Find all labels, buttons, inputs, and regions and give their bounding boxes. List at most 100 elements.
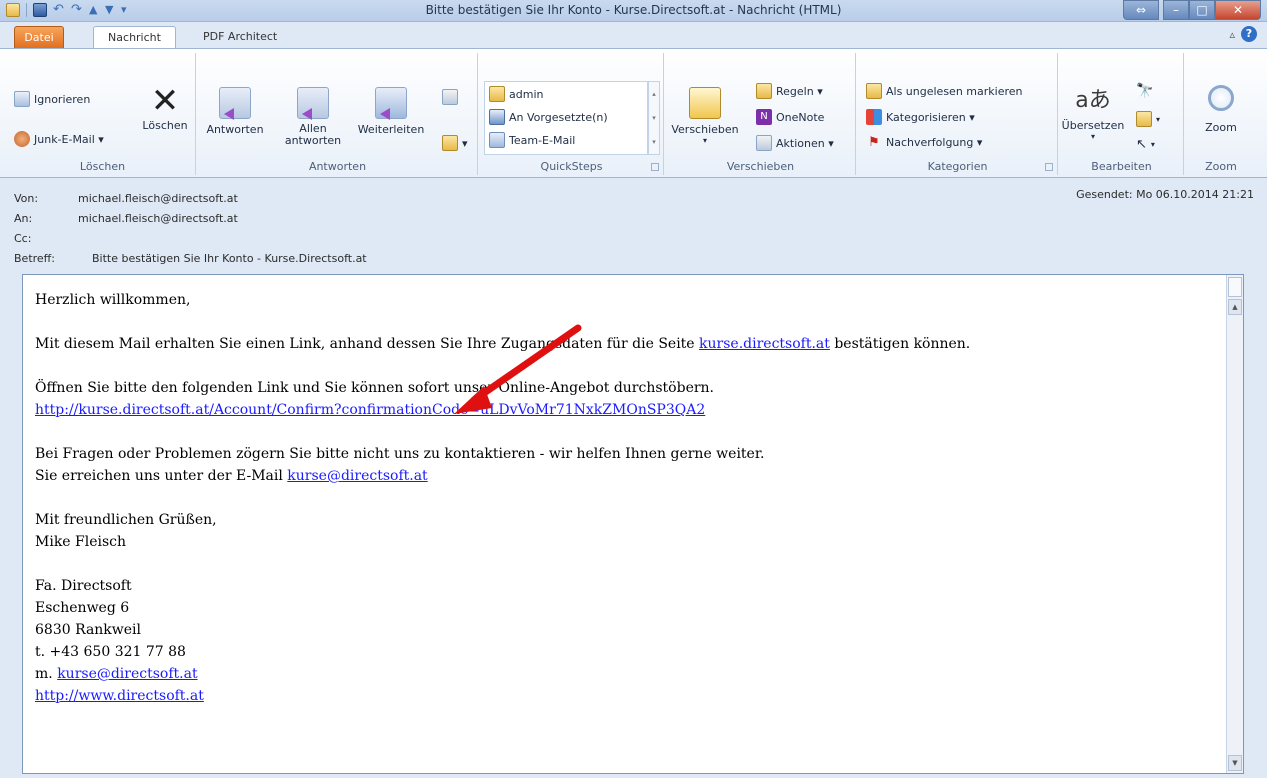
forward-button[interactable]: Weiterleiten [356, 87, 426, 136]
vertical-scrollbar[interactable]: ▲ ▼ [1226, 275, 1243, 773]
group-loeschen: Ignorieren Junk-E-Mail ▾ ✕ Löschen Lösch… [10, 53, 196, 175]
team-mail-icon [489, 132, 505, 148]
quickstep-vorgesetzte[interactable]: An Vorgesetzte(n) [489, 109, 608, 125]
unread-icon [866, 83, 882, 99]
sender-name: Mike Fleisch [35, 534, 127, 550]
group-label-antworten: Antworten [308, 160, 367, 173]
scroll-up-icon[interactable]: ▲ [1228, 299, 1242, 315]
quickstep-team[interactable]: Team-E-Mail [489, 132, 575, 148]
meeting-reply-button[interactable] [442, 89, 458, 105]
ignore-icon [14, 91, 30, 107]
website-link[interactable]: http://www.directsoft.at [35, 688, 204, 704]
resize-icon[interactable]: ⇔ [1123, 0, 1159, 20]
translate-button[interactable]: aあ Übersetzen ▾ [1060, 83, 1126, 141]
tab-pdf-architect[interactable]: PDF Architect [193, 26, 287, 48]
subject-value: Bitte bestätigen Sie Ihr Konto - Kurse.D… [92, 252, 367, 265]
meeting-icon [442, 89, 458, 105]
folder-icon [489, 86, 505, 102]
reply-all-button[interactable]: Allen antworten [282, 87, 344, 147]
junk-label: Junk-E-Mail ▾ [34, 132, 104, 146]
categorize-button[interactable]: Kategorisieren ▾ [866, 109, 975, 125]
magnifier-icon [1208, 85, 1234, 111]
group-antworten: Antworten Allen antworten Weiterleiten ▾… [198, 53, 478, 175]
closing: Mit freundlichen Grüßen, [35, 512, 217, 528]
move-folder-icon [689, 87, 721, 119]
intro-text-post: bestätigen können. [829, 336, 971, 352]
reply-button[interactable]: Antworten [204, 87, 266, 136]
translate-label: Übersetzen [1061, 119, 1125, 132]
intro-paragraph: Mit diesem Mail erhalten Sie einen Link,… [35, 333, 1215, 355]
message-body[interactable]: Herzlich willkommen, Mit diesem Mail erh… [22, 274, 1244, 774]
to-value[interactable]: michael.fleisch@directsoft.at [78, 212, 238, 225]
scroll-down-icon[interactable]: ▼ [1228, 755, 1242, 771]
follow-up-button[interactable]: ⚑ Nachverfolgung ▾ [866, 135, 982, 150]
move-button[interactable]: Verschieben ▾ [670, 87, 740, 145]
ignore-button[interactable]: Ignorieren [14, 91, 90, 107]
quicksteps-scroll[interactable]: ▴ ▾ ▾ [648, 81, 660, 155]
junk-mail-button[interactable]: Junk-E-Mail ▾ [14, 131, 104, 147]
contact-text: Sie erreichen uns unter der E-Mail [35, 468, 288, 484]
page-icon[interactable] [1228, 277, 1242, 297]
onenote-button[interactable]: N OneNote [756, 109, 824, 125]
mark-unread-button[interactable]: Als ungelesen markieren [866, 83, 1023, 99]
group-verschieben: Verschieben ▾ Regeln ▾ N OneNote Aktione… [666, 53, 856, 175]
ribbon-tabs: Datei Nachricht PDF Architect ▵ ? [0, 22, 1267, 48]
find-button[interactable]: 🔭 [1136, 83, 1153, 99]
junk-icon [14, 131, 30, 147]
close-button[interactable]: ✕ [1215, 0, 1261, 20]
flag-icon: ⚑ [868, 135, 880, 150]
street: Eschenweg 6 [35, 600, 130, 616]
ribbon: Ignorieren Junk-E-Mail ▾ ✕ Löschen Lösch… [0, 48, 1267, 178]
company-name: Fa. Directsoft [35, 578, 132, 594]
translate-caret: ▾ [1090, 132, 1095, 141]
tab-nachricht[interactable]: Nachricht [93, 26, 176, 48]
kategorien-launcher-icon[interactable] [1045, 163, 1053, 171]
group-bearbeiten: aあ Übersetzen ▾ 🔭 ▾ ↖ ▾ Bearbeiten [1060, 53, 1184, 175]
from-value[interactable]: michael.fleisch@directsoft.at [78, 192, 238, 205]
related-icon [1136, 111, 1152, 127]
intro-text-pre: Mit diesem Mail erhalten Sie einen Link,… [35, 336, 700, 352]
select-button[interactable]: ↖ ▾ [1136, 137, 1155, 152]
delete-label: Löschen [142, 119, 188, 132]
maximize-button[interactable]: □ [1189, 0, 1215, 20]
related-button[interactable]: ▾ [1136, 111, 1160, 127]
select-caret: ▾ [1150, 140, 1155, 149]
related-caret: ▾ [1156, 114, 1161, 124]
help-icon[interactable]: ? [1241, 26, 1257, 42]
group-zoom: Zoom Zoom [1186, 53, 1256, 175]
group-label-bearbeiten: Bearbeiten [1091, 160, 1152, 173]
more-reply-button[interactable]: ▾ [442, 135, 468, 151]
zoom-button[interactable]: Zoom [1192, 83, 1250, 134]
subject-label: Betreff: [14, 252, 55, 265]
move-label: Verschieben [671, 123, 739, 136]
onenote-label: OneNote [776, 110, 825, 124]
confirmation-link[interactable]: http://kurse.directsoft.at/Account/Confi… [35, 402, 705, 418]
binoculars-icon: 🔭 [1136, 83, 1154, 99]
window-title: Bitte bestätigen Sie Ihr Konto - Kurse.D… [425, 3, 842, 17]
tab-datei[interactable]: Datei [14, 26, 64, 48]
mark-unread-label: Als ungelesen markieren [886, 84, 1023, 98]
open-link-text: Öffnen Sie bitte den folgenden Link und … [35, 380, 715, 396]
window-controls: ⇔ – □ ✕ [1123, 0, 1261, 20]
minimize-ribbon-icon[interactable]: ▵ [1229, 28, 1235, 41]
actions-button[interactable]: Aktionen ▾ [756, 135, 834, 151]
categorize-icon [866, 109, 882, 125]
minimize-button[interactable]: – [1163, 0, 1189, 20]
message-header: Von: michael.fleisch@directsoft.at An: m… [14, 184, 1254, 272]
quicksteps-gallery: admin An Vorgesetzte(n) Team-E-Mail [484, 81, 648, 155]
reply-icon [219, 87, 251, 119]
rules-label: Regeln ▾ [776, 84, 823, 98]
contact-email-link[interactable]: kurse@directsoft.at [287, 468, 427, 484]
quicksteps-launcher-icon[interactable] [651, 163, 659, 171]
reply-all-label-2: antworten [284, 134, 342, 147]
greeting: Herzlich willkommen, [35, 292, 191, 308]
message-text: Herzlich willkommen, Mit diesem Mail erh… [35, 289, 1215, 707]
actions-label: Aktionen ▾ [776, 136, 834, 150]
site-link[interactable]: kurse.directsoft.at [699, 336, 830, 352]
cursor-icon: ↖ [1136, 137, 1147, 152]
delete-button[interactable]: ✕ Löschen [140, 83, 190, 132]
rules-button[interactable]: Regeln ▾ [756, 83, 823, 99]
signature-email-link[interactable]: kurse@directsoft.at [57, 666, 197, 682]
quickstep-admin[interactable]: admin [489, 86, 543, 102]
actions-icon [756, 135, 772, 151]
